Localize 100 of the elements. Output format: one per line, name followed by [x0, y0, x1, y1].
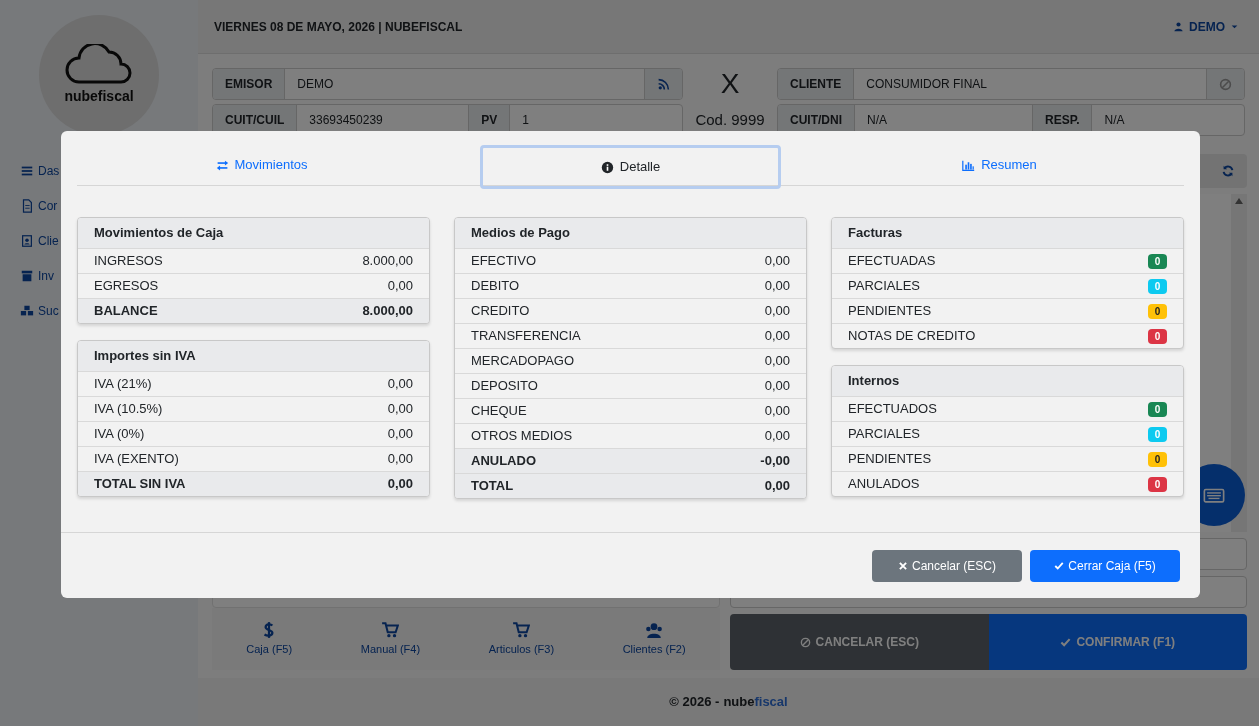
row-label: EGRESOS — [94, 277, 159, 296]
row-label: PENDIENTES — [848, 302, 932, 321]
icon-button[interactable] — [1207, 69, 1244, 99]
row-label: PENDIENTES — [848, 450, 932, 469]
sidebar-item[interactable]: Cor — [0, 188, 60, 223]
row-label: CHEQUE — [471, 402, 527, 421]
row-value: 0,00 — [764, 427, 790, 446]
user-icon — [1173, 21, 1184, 32]
ban-icon — [1219, 77, 1232, 91]
refresh-icon — [1221, 164, 1235, 178]
info-icon — [600, 160, 614, 174]
row-label: EFECTUADAS — [848, 252, 936, 271]
row-label: PARCIALES — [848, 425, 920, 444]
row-label: IVA (21%) — [94, 375, 152, 394]
invoice-letter: X — [720, 70, 740, 98]
row-value: 0,00 — [764, 352, 790, 371]
count-badge: 0 — [1148, 401, 1167, 417]
scroll-up-icon[interactable] — [1235, 198, 1243, 204]
scrollbar[interactable] — [1231, 194, 1247, 532]
row-label: MERCADOPAGO — [471, 352, 575, 371]
icon-button[interactable] — [645, 69, 682, 99]
row-label: ANULADO — [471, 452, 536, 471]
row-value: 0,00 — [764, 377, 790, 396]
row-label: TOTAL — [471, 477, 514, 496]
row-label: NOTAS DE CREDITO — [848, 327, 976, 346]
caret-icon — [1230, 22, 1239, 31]
users-icon — [645, 620, 664, 639]
row-label: TRANSFERENCIA — [471, 327, 581, 346]
row-value: 0,00 — [764, 302, 790, 321]
brand-text: fiscal — [754, 693, 788, 712]
count-badge: 0 — [1148, 253, 1167, 269]
card-title: Medios de Pago — [455, 218, 806, 248]
exchange-arrows-icon — [215, 158, 229, 172]
count-badge: 0 — [1148, 278, 1167, 294]
close-icon — [898, 560, 908, 571]
count-badge: 0 — [1148, 451, 1167, 467]
row-label: PARCIALES — [848, 277, 920, 296]
archive-box-icon — [20, 268, 34, 283]
card-title: Facturas — [832, 218, 1183, 248]
close-register-button[interactable]: Cerrar Caja (F5) — [1030, 549, 1180, 582]
sidebar-item[interactable]: Das — [0, 153, 60, 188]
row-label: INGRESOS — [94, 252, 163, 271]
row-label: DEPOSITO — [471, 377, 538, 396]
row-value: 8.000,00 — [362, 252, 413, 271]
row-value: 0,00 — [764, 277, 790, 296]
bar-chart-icon — [962, 158, 976, 172]
row-value: -0,00 — [760, 452, 790, 471]
shortcut-button[interactable]: Caja (F5) — [240, 619, 299, 659]
count-badge: 0 — [1148, 426, 1167, 442]
row-value: 0,00 — [764, 252, 790, 271]
date-title: VIERNES 08 DE MAYO, 2026 | NUBEFISCAL — [214, 18, 463, 36]
invoice-code: Cod. 9999 — [695, 109, 765, 130]
tab[interactable]: Resumen — [849, 145, 1150, 185]
row-value: 0,00 — [387, 400, 413, 419]
row-label: BALANCE — [94, 302, 158, 321]
shortcut-button[interactable]: Articulos (F3) — [482, 619, 561, 659]
row-label: CREDITO — [471, 302, 530, 321]
row-value: 0,00 — [387, 425, 413, 444]
count-badge: 0 — [1148, 476, 1167, 492]
cart-icon — [381, 620, 400, 639]
row-label: IVA (0%) — [94, 425, 145, 444]
row-label: DEBITO — [471, 277, 520, 296]
ban-icon — [799, 636, 811, 648]
row-label: TOTAL SIN IVA — [94, 475, 186, 494]
logo-text: nubefiscal — [64, 86, 134, 106]
row-label: OTROS MEDIOS — [471, 427, 573, 446]
user-menu[interactable]: DEMO — [1173, 17, 1239, 36]
check-icon — [1060, 636, 1072, 648]
tab[interactable]: Detalle — [480, 145, 781, 189]
shortcut-button[interactable]: Clientes (F2) — [616, 619, 692, 659]
cloud-icon — [65, 43, 133, 84]
copyright-text: © 2026 - — [669, 693, 720, 712]
card-title: Movimientos de Caja — [78, 218, 429, 248]
row-value: 8.000,00 — [362, 302, 413, 321]
count-badge: 0 — [1148, 328, 1167, 344]
action-button[interactable]: CONFIRMAR (F1) — [988, 614, 1247, 670]
row-label: EFECTUADOS — [848, 400, 937, 419]
row-value: 0,00 — [387, 277, 413, 296]
cubes-icon — [20, 303, 34, 318]
rss-icon — [657, 77, 670, 91]
cancel-button[interactable]: Cancelar (ESC) — [872, 549, 1022, 582]
shortcut-button[interactable]: Manual (F4) — [354, 619, 427, 659]
row-label: IVA (EXENTO) — [94, 450, 179, 469]
card-title: Internos — [832, 366, 1183, 396]
action-button[interactable]: CANCELAR (ESC) — [730, 614, 989, 670]
row-value: 0,00 — [764, 477, 790, 496]
row-label: IVA (10.5%) — [94, 400, 163, 419]
sidebar-item[interactable]: Clie — [0, 223, 60, 258]
field-label: EMISOR — [213, 69, 286, 99]
row-label: ANULADOS — [848, 475, 920, 494]
brand-text: nube — [723, 693, 755, 712]
sidebar-item[interactable]: Suc — [0, 293, 60, 328]
check-icon — [1054, 560, 1065, 571]
card-title: Importes sin IVA — [78, 341, 429, 371]
row-value: 0,00 — [387, 475, 413, 494]
row-value: 0,00 — [764, 327, 790, 346]
row-value: 0,00 — [387, 375, 413, 394]
cart-icon — [512, 620, 531, 639]
tab[interactable]: Movimientos — [111, 145, 412, 185]
sidebar-item[interactable]: Inv — [0, 258, 60, 293]
